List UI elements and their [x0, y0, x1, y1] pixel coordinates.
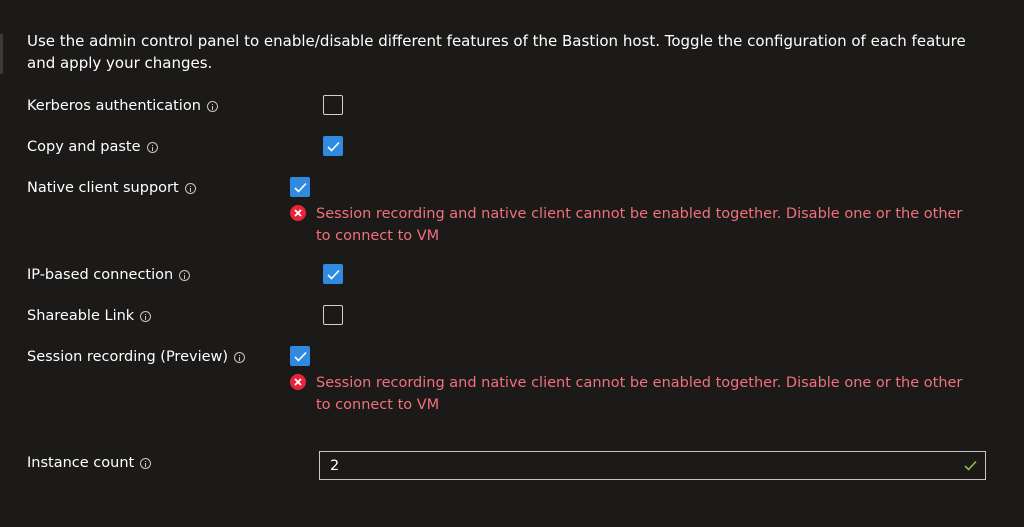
info-icon[interactable] — [140, 457, 152, 469]
error-circle-icon — [290, 205, 306, 221]
instance-count-input[interactable]: 2 — [319, 451, 986, 480]
info-icon[interactable] — [140, 310, 152, 322]
error-text: Session recording and native client cann… — [316, 206, 963, 244]
feature-label-native-client: Native client support — [27, 180, 179, 196]
session-recording-checkbox[interactable] — [290, 346, 310, 366]
error-circle-icon — [290, 374, 306, 390]
ip-based-checkbox[interactable] — [323, 264, 343, 284]
feature-label-ip-based: IP-based connection — [27, 267, 174, 283]
checkmark-icon — [294, 351, 307, 362]
instance-count-row: Instance count — [27, 452, 152, 474]
feature-row-kerberos: Kerberos authentication — [27, 95, 218, 117]
bastion-configuration-panel: Use the admin control panel to enable/di… — [0, 0, 1024, 527]
feature-row-ip-based: IP-based connection — [27, 264, 191, 286]
info-icon[interactable] — [184, 182, 196, 194]
feature-row-native-client: Native client support — [27, 177, 196, 199]
feature-row-shareable-link: Shareable Link — [27, 305, 152, 327]
shareable-link-checkbox[interactable] — [323, 305, 343, 325]
feature-label-kerberos: Kerberos authentication — [27, 98, 201, 114]
feature-label-copy-paste: Copy and paste — [27, 139, 141, 155]
native-client-checkbox[interactable] — [290, 177, 310, 197]
error-text: Session recording and native client cann… — [316, 375, 963, 413]
info-icon[interactable] — [234, 351, 246, 363]
native-client-error-message: Session recording and native client cann… — [290, 203, 980, 247]
instance-count-label: Instance count — [27, 455, 135, 471]
feature-label-session-recording: Session recording (Preview) — [27, 349, 229, 365]
copy-paste-checkbox[interactable] — [323, 136, 343, 156]
intro-description: Use the admin control panel to enable/di… — [27, 32, 966, 72]
left-accent-bar — [0, 34, 3, 74]
checkmark-icon — [327, 269, 340, 280]
info-icon[interactable] — [179, 269, 191, 281]
checkmark-icon — [327, 141, 340, 152]
feature-label-shareable-link: Shareable Link — [27, 308, 135, 324]
instance-count-value: 2 — [330, 457, 340, 474]
feature-row-session-recording: Session recording (Preview) — [27, 346, 246, 368]
valid-checkmark-icon — [964, 460, 977, 471]
info-icon[interactable] — [206, 100, 218, 112]
checkmark-icon — [294, 182, 307, 193]
feature-row-copy-paste: Copy and paste — [27, 136, 158, 158]
kerberos-checkbox[interactable] — [323, 95, 343, 115]
info-icon[interactable] — [146, 141, 158, 153]
session-recording-error-message: Session recording and native client cann… — [290, 372, 980, 416]
